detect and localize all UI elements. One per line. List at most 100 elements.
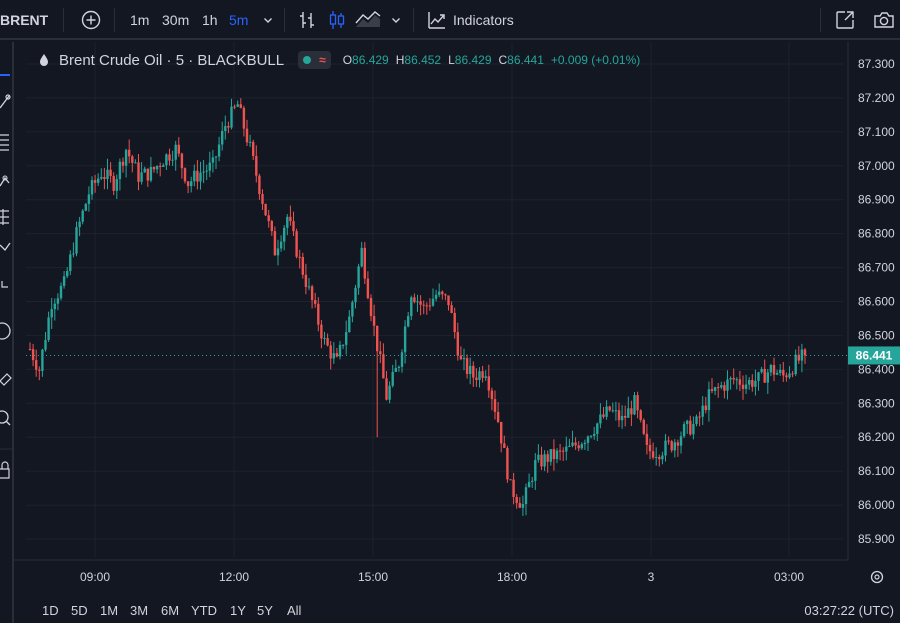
candle-body [394,367,397,372]
candle-body [366,278,370,299]
candle-body [568,445,571,447]
price-tick-label: 86.000 [858,498,895,512]
range-1y[interactable]: 1Y [230,603,246,618]
candle-body [701,405,704,417]
candle-body [155,165,159,170]
range-ytd[interactable]: YTD [191,603,217,618]
price-tick-label: 86.900 [858,193,895,207]
candle-body [75,227,78,254]
candle-body [109,169,112,177]
candle-body [434,294,438,299]
candle-body [543,454,546,467]
candle-body [28,349,32,350]
candle-body [453,312,456,333]
range-1d[interactable]: 1D [42,603,59,618]
last-price-label: 86.441 [856,348,893,362]
candle-body [785,375,788,378]
candle-body [286,216,289,228]
candle-body [515,496,518,504]
candle-body [146,168,149,181]
price-tick-label: 87.000 [858,159,895,173]
candle-body [304,274,308,287]
candle-body [47,317,50,340]
candle-body [782,369,785,376]
candle-body [87,194,91,204]
range-3m[interactable]: 3M [130,603,148,618]
candle-body [419,301,422,305]
settings-icon-ring [870,570,884,584]
candle-body [527,481,531,488]
last-price-line: 86.441 [26,346,900,365]
market-status-pill[interactable]: ≈ [298,51,331,69]
candle-body [524,487,528,504]
candle-body [400,352,404,367]
candlestick-chart[interactable]: 86.441 87.300 87.200 87.100 87.000 86.900 86.… [0,0,900,623]
candle-body [779,369,782,373]
candle-body [658,457,661,460]
candle-body [103,177,106,180]
close-key: C [498,53,508,67]
range-6m[interactable]: 6M [161,603,179,618]
candle-body [320,324,323,339]
candle-body [710,389,714,391]
candle-body [462,358,466,360]
candle-body [512,479,515,497]
candle-body [531,480,534,482]
wave-icon: ≈ [319,53,326,67]
candle-body [183,168,187,182]
range-5d[interactable]: 5D [71,603,88,618]
candle-body [723,385,726,391]
candle-body [326,338,329,346]
range-1m[interactable]: 1M [100,603,118,618]
candle-body [78,221,81,228]
candle-body [763,368,766,383]
candle-body [441,291,444,295]
candle-body [639,410,642,420]
candle-body [766,372,769,383]
candle-body [84,203,87,211]
candle-body [50,309,53,318]
candle-body [205,170,208,172]
price-tick-label: 85.900 [858,532,895,546]
candle-body [124,149,128,166]
candle-body [726,379,729,391]
time-tick-label: 12:00 [219,570,249,584]
time-axis[interactable]: 09:00 12:00 15:00 18:00 3 03:00 [80,570,884,584]
price-tick-label: 86.200 [858,430,895,444]
price-axis[interactable]: 87.300 87.200 87.100 87.000 86.900 86.800 86.7… [858,57,895,546]
candle-body [227,126,230,128]
candle-body [760,368,763,373]
candle-body [580,444,583,449]
candle-body [769,365,773,373]
time-tick-label: 3 [648,570,655,584]
high-value: 86.452 [404,53,442,67]
candle-body [335,353,339,357]
candle-body [345,332,348,345]
candle-body [403,326,407,353]
candle-body [459,355,463,360]
candle-body [279,241,283,249]
candle-body [695,416,698,424]
utc-clock[interactable]: 03:27:22 (UTC) [804,603,894,618]
candle-body [317,303,320,325]
candle-body [59,285,63,299]
candle-body [593,433,596,436]
candle-body [143,168,146,173]
candle-body [772,365,776,375]
candle-body [276,248,280,256]
candle-body [217,144,221,157]
candle-body [208,162,211,171]
settings-icon[interactable] [870,570,884,584]
price-tick-label: 86.300 [858,396,895,410]
candle-body [431,298,435,306]
candle-body [562,450,565,452]
candle-body [741,384,745,389]
symbol-title[interactable]: Brent Crude Oil · 5 · BLACKBULL [59,52,284,69]
candle-body [664,440,667,456]
candle-body [596,423,599,434]
candle-body [292,221,295,232]
open-key: O [342,53,353,67]
oil-drop-icon [40,54,48,66]
range-all[interactable]: All [287,603,301,618]
range-5y[interactable]: 5Y [257,603,273,618]
